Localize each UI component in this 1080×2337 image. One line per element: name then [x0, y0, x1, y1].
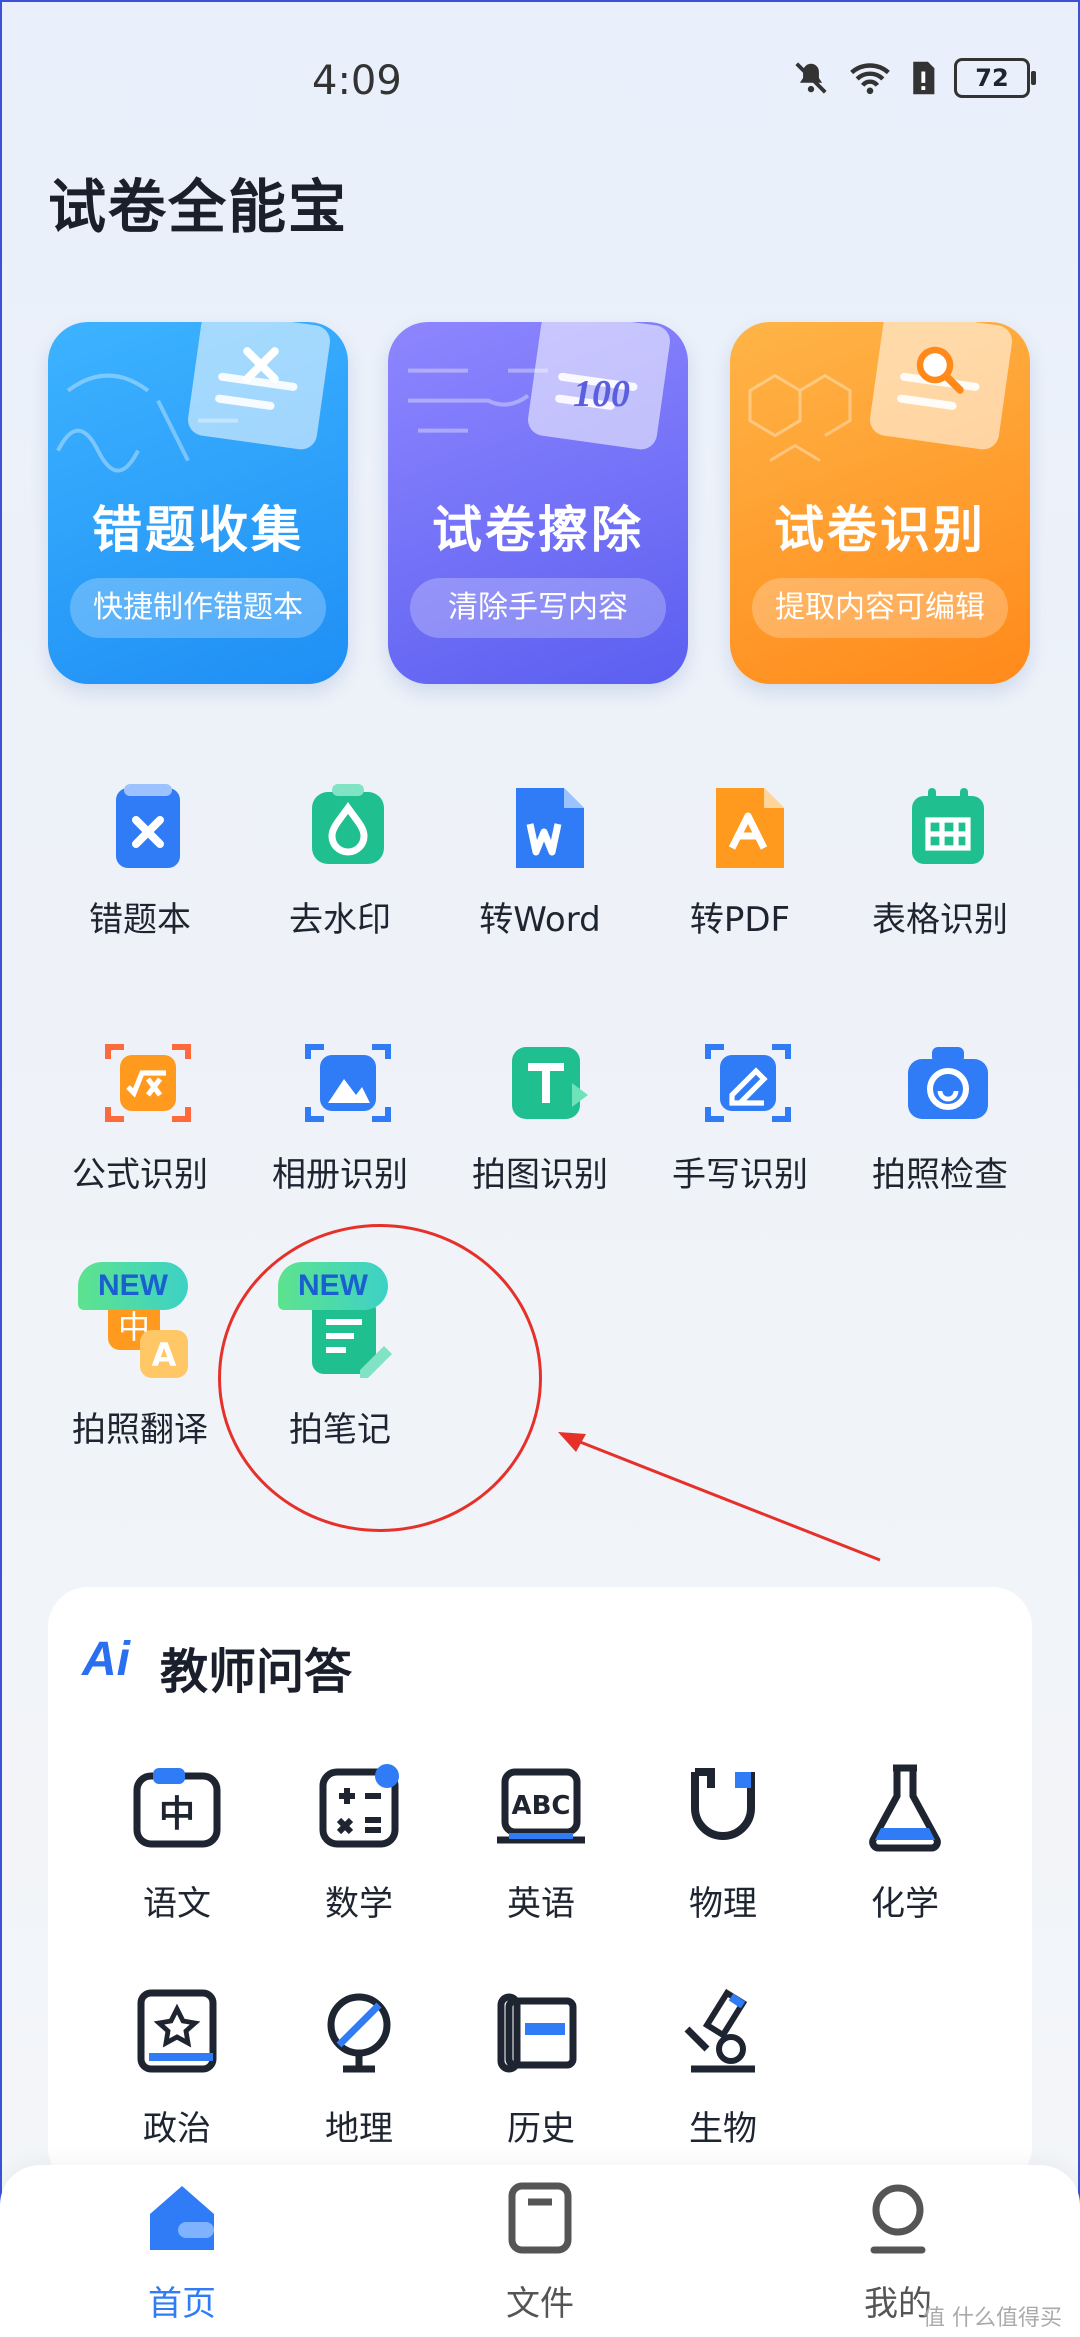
svg-text:A: A [152, 1336, 177, 1374]
status-time: 4:09 [312, 58, 402, 104]
tool-label: 拍图识别 [472, 1155, 608, 1195]
close-x-icon [243, 347, 279, 383]
subject-label: 生物 [689, 2109, 757, 2149]
file-icon [508, 2182, 572, 2254]
formula-scan-icon [105, 1044, 191, 1122]
card-subtitle: 提取内容可编辑 [752, 578, 1008, 638]
tool-label: 拍照检查 [872, 1155, 1008, 1195]
globe-icon [327, 1993, 391, 2073]
table-grid-icon [912, 788, 984, 864]
subject-label: 语文 [143, 1884, 211, 1924]
chinese-book-icon: 中 [133, 1768, 221, 1848]
tool-label: 公式识别 [72, 1155, 208, 1195]
profile-icon [870, 2184, 926, 2254]
nav-home[interactable]: 首页 [92, 2178, 272, 2325]
abc-board-icon: ABC [497, 1768, 585, 1844]
word-file-icon [516, 788, 584, 868]
tool-wrong-book[interactable]: 错题本 [40, 780, 240, 980]
tool-album-recognize[interactable]: 相册识别 [240, 1035, 440, 1235]
nav-label: 首页 [148, 2284, 216, 2324]
card-subtitle: 清除手写内容 [410, 578, 666, 638]
mute-bell-icon [795, 62, 827, 94]
magnifier-icon [916, 346, 964, 394]
wifi-icon [850, 63, 890, 95]
tool-formula-recognize[interactable]: 公式识别 [40, 1035, 240, 1235]
nav-files[interactable]: 文件 [450, 2178, 630, 2325]
subject-label: 英语 [507, 1884, 575, 1924]
handwriting-scan-icon [705, 1044, 791, 1122]
ai-section-title: 教师问答 [160, 1644, 353, 1700]
sim-icon [913, 61, 935, 95]
subject-geography[interactable]: 地理 [284, 1985, 434, 2150]
svg-text:中: 中 [159, 1794, 195, 1835]
subject-label: 数学 [325, 1884, 393, 1924]
subject-label: 物理 [689, 1884, 757, 1924]
text-t-icon [512, 1047, 588, 1119]
subject-history[interactable]: 历史 [466, 1985, 616, 2150]
subject-biology[interactable]: 生物 [648, 1985, 798, 2150]
ai-logo: Ai [82, 1633, 130, 1686]
score-100-icon: 100 [573, 373, 630, 415]
subject-label: 历史 [507, 2109, 575, 2149]
magnet-icon [691, 1768, 755, 1840]
card-paper-erase[interactable]: 100 试卷擦除 清除手写内容 [388, 322, 688, 684]
tool-label: 错题本 [89, 900, 191, 940]
calculator-icon [319, 1764, 399, 1848]
card-title: 错题收集 [92, 501, 304, 559]
flask-icon [869, 1764, 941, 1852]
home-icon [150, 2186, 214, 2250]
subject-label: 地理 [325, 2109, 393, 2149]
subject-chinese[interactable]: 中 语文 [102, 1760, 252, 1925]
subject-math[interactable]: 数学 [284, 1760, 434, 1925]
tool-photo-translate[interactable]: 中A 拍照翻译 NEW [40, 1262, 240, 1490]
tool-label: 去水印 [289, 900, 391, 940]
pdf-file-icon [716, 788, 784, 868]
svg-text:ABC: ABC [511, 1791, 570, 1821]
wrong-book-icon [116, 784, 180, 868]
card-paper-recognize[interactable]: 试卷识别 提取内容可编辑 [730, 322, 1030, 684]
tool-to-word[interactable]: 转Word [440, 780, 640, 980]
scroll-icon [497, 1993, 577, 2073]
annotation-circle [218, 1224, 542, 1532]
annotation-arrow [558, 1432, 881, 1562]
tool-image-recognize[interactable]: 拍图识别 [440, 1035, 640, 1235]
nav-label: 文件 [506, 2284, 574, 2324]
subject-label: 化学 [871, 1884, 939, 1924]
tool-label: 相册识别 [272, 1155, 408, 1195]
card-wrong-question-collect[interactable]: 错题收集 快捷制作错题本 [48, 322, 348, 684]
card-subtitle: 快捷制作错题本 [70, 578, 326, 638]
new-badge: NEW [78, 1262, 188, 1310]
subject-politics[interactable]: 政治 [102, 1985, 252, 2150]
subject-chemistry[interactable]: 化学 [830, 1760, 980, 1925]
tool-photo-check[interactable]: 拍照检查 [840, 1035, 1040, 1235]
tool-remove-watermark[interactable]: 去水印 [240, 780, 440, 980]
tool-label: 手写识别 [672, 1155, 808, 1195]
camera-smile-icon [908, 1047, 988, 1119]
tool-label: 转PDF [689, 900, 791, 940]
card-title: 试卷识别 [774, 501, 986, 559]
tool-handwriting-recognize[interactable]: 手写识别 [640, 1035, 840, 1235]
tool-label: 拍照翻译 [72, 1410, 208, 1450]
app-title: 试卷全能宝 [48, 173, 349, 241]
tool-table-recognize[interactable]: 表格识别 [840, 780, 1040, 980]
star-book-icon [137, 1989, 217, 2073]
battery-indicator: 72 [954, 58, 1036, 98]
microscope-icon [684, 1988, 755, 2073]
subject-english[interactable]: ABC 英语 [466, 1760, 616, 1925]
status-icons: 72 [792, 58, 1036, 98]
card-title: 试卷擦除 [432, 501, 644, 559]
subject-physics[interactable]: 物理 [648, 1760, 798, 1925]
album-scan-icon [305, 1044, 391, 1122]
tool-label: 表格识别 [872, 900, 1008, 940]
subject-label: 政治 [143, 2109, 211, 2149]
tool-label: 转Word [479, 900, 601, 940]
tool-to-pdf[interactable]: 转PDF [640, 780, 840, 980]
watermark-drop-icon [312, 784, 384, 864]
watermark: 值 什么值得买 [923, 2306, 1062, 2331]
